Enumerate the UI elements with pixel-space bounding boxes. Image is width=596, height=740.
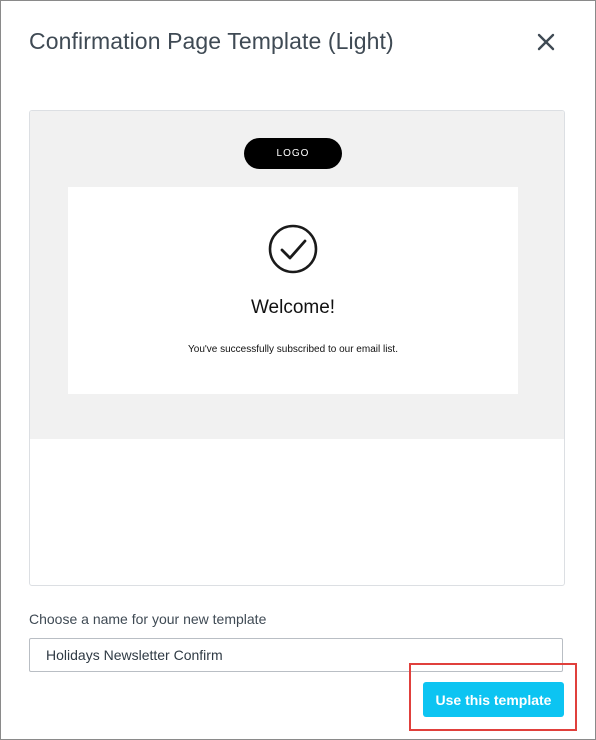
welcome-heading: Welcome! — [250, 297, 336, 318]
template-name-label: Choose a name for your new template — [29, 611, 267, 627]
close-button[interactable] — [533, 29, 559, 55]
template-name-input[interactable] — [29, 638, 563, 672]
template-dialog: Confirmation Page Template (Light) LOGO … — [0, 0, 596, 740]
dialog-title: Confirmation Page Template (Light) — [29, 28, 394, 54]
use-template-button[interactable]: Use this template — [423, 682, 564, 717]
confirmation-card: Welcome! You've successfully subscribed … — [68, 187, 518, 394]
subscription-message: You've successfully subscribed to our em… — [188, 344, 398, 355]
logo-placeholder: LOGO — [244, 138, 342, 169]
checkmark-circle-icon — [268, 224, 318, 274]
template-preview: LOGO Welcome! You've successfully subscr… — [29, 110, 565, 586]
close-icon — [537, 33, 555, 51]
preview-background: LOGO Welcome! You've successfully subscr… — [30, 111, 564, 439]
